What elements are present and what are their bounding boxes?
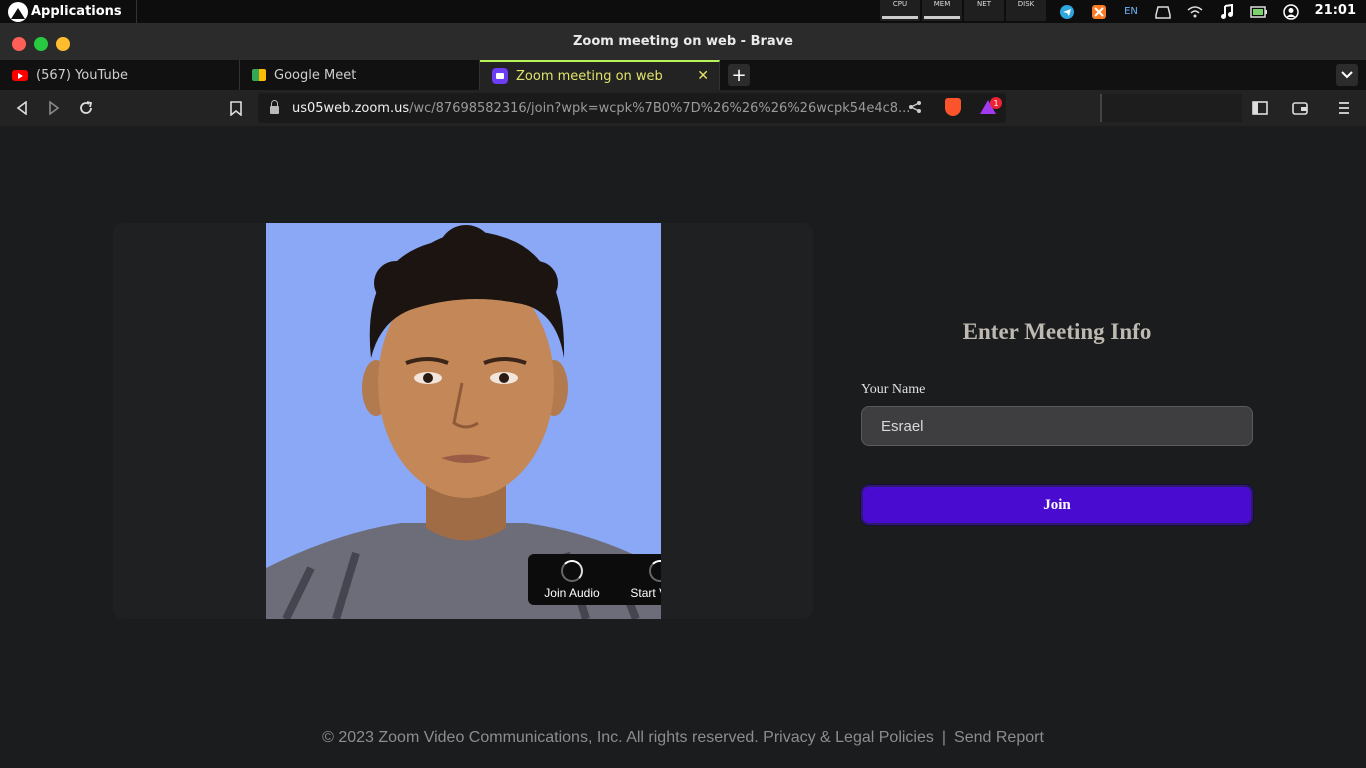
window-controls	[12, 37, 70, 51]
youtube-icon	[12, 69, 28, 81]
disk-monitor: DISK	[1006, 0, 1046, 21]
new-tab-button[interactable]: +	[728, 64, 750, 86]
minimize-window-button[interactable]	[56, 37, 70, 51]
extensions-area	[1100, 94, 1242, 122]
tab-google-meet[interactable]: Google Meet	[240, 60, 480, 90]
forward-button[interactable]	[44, 98, 64, 118]
close-window-button[interactable]	[12, 37, 26, 51]
loading-spinner-icon	[649, 560, 661, 582]
tab-label: Google Meet	[274, 67, 357, 83]
cpu-label: CPU	[892, 0, 908, 8]
footer-separator: |	[941, 729, 947, 746]
media-controls: Join Audio Start Video	[528, 554, 661, 605]
reload-icon	[80, 101, 93, 114]
wifi-icon[interactable]	[1186, 4, 1204, 20]
disk-label: DISK	[1017, 0, 1035, 8]
start-video-button[interactable]: Start Video	[616, 554, 661, 605]
telegram-icon[interactable]	[1058, 4, 1076, 20]
system-panel: Applications CPU MEM NET DISK EN 21:01	[0, 0, 1366, 23]
mem-monitor: MEM	[922, 0, 962, 21]
wallet-icon[interactable]	[1292, 100, 1308, 120]
tab-label: Zoom meeting on web	[516, 68, 663, 84]
distro-logo-icon	[8, 1, 28, 22]
window-title: Zoom meeting on web - Brave	[573, 34, 793, 49]
cpu-monitor: CPU	[880, 0, 920, 21]
maximize-window-button[interactable]	[34, 37, 48, 51]
camera-preview: Join Audio Start Video	[266, 223, 661, 619]
name-input[interactable]	[861, 406, 1253, 446]
bookmark-icon	[230, 100, 242, 116]
back-arrow-icon	[16, 101, 27, 115]
chevron-down-icon	[1341, 71, 1353, 79]
join-button[interactable]: Join	[861, 485, 1253, 525]
music-icon[interactable]	[1218, 3, 1236, 20]
footer: © 2023 Zoom Video Communications, Inc. A…	[0, 729, 1366, 747]
lock-icon[interactable]	[270, 100, 279, 114]
url-host: us05web.zoom.us	[292, 100, 410, 116]
loading-spinner-icon	[561, 560, 583, 582]
tab-strip: (567) YouTube Google Meet Zoom meeting o…	[0, 60, 1366, 90]
tab-youtube[interactable]: (567) YouTube	[0, 60, 240, 90]
user-account-icon[interactable]	[1282, 3, 1300, 20]
battery-icon[interactable]	[1250, 4, 1268, 20]
join-audio-button[interactable]: Join Audio	[528, 554, 616, 605]
url-path: /wc/87698582316/join?wpk=wcpk%7B0%7D%26%…	[409, 100, 911, 116]
keyboard-layout-indicator[interactable]: EN	[1122, 4, 1140, 20]
net-label: NET	[977, 0, 991, 8]
system-monitors: CPU MEM NET DISK	[880, 0, 1046, 21]
rewards-badge: 1	[990, 97, 1002, 109]
applications-menu[interactable]: Applications	[0, 0, 137, 23]
join-audio-label: Join Audio	[544, 586, 600, 600]
forward-arrow-icon	[49, 101, 60, 115]
bookmark-button[interactable]	[226, 98, 246, 118]
address-bar[interactable]: us05web.zoom.us/wc/87698582316/join?wpk=…	[258, 93, 1006, 123]
back-button[interactable]	[12, 98, 32, 118]
send-report-link[interactable]: Send Report	[954, 729, 1044, 746]
start-video-label: Start Video	[630, 586, 661, 600]
copyright-text: © 2023 Zoom Video Communications, Inc. A…	[322, 729, 759, 746]
mem-label: MEM	[933, 0, 951, 8]
reload-button[interactable]	[76, 98, 96, 118]
window-titlebar: Zoom meeting on web - Brave	[0, 23, 1366, 60]
tab-search-button[interactable]	[1336, 64, 1358, 86]
sidebar-toggle-icon[interactable]	[1252, 100, 1268, 120]
form-title: Enter Meeting Info	[962, 319, 1152, 344]
clock[interactable]: 21:01	[1315, 3, 1356, 18]
drive-icon[interactable]	[1154, 4, 1172, 20]
zoom-icon	[492, 68, 508, 84]
tab-label: (567) YouTube	[36, 67, 128, 83]
xampp-icon[interactable]	[1090, 4, 1108, 20]
close-tab-icon[interactable]: ✕	[697, 68, 709, 84]
share-icon[interactable]	[908, 100, 922, 118]
tab-zoom-meeting[interactable]: Zoom meeting on web ✕	[480, 60, 720, 90]
google-meet-icon	[252, 69, 266, 81]
applications-label: Applications	[31, 4, 122, 19]
page-content: Join Audio Start Video Enter Meeting Inf…	[0, 126, 1366, 768]
menu-icon[interactable]	[1337, 100, 1351, 120]
video-preview-card: Join Audio Start Video	[113, 223, 813, 619]
net-monitor: NET	[964, 0, 1004, 21]
privacy-link[interactable]: Privacy & Legal Policies	[763, 729, 934, 746]
name-label: Your Name	[861, 382, 926, 397]
brave-shields-icon[interactable]	[945, 98, 961, 116]
system-tray: EN	[1058, 0, 1300, 23]
